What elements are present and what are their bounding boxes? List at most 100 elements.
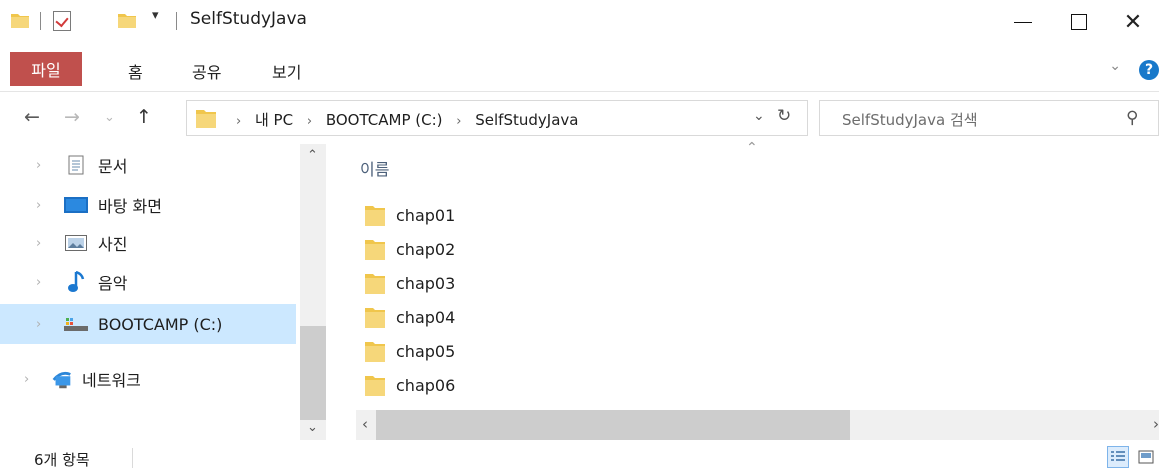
- file-name: chap03: [396, 273, 456, 293]
- folder-icon: [365, 342, 385, 362]
- address-dropdown-icon[interactable]: ⌄: [753, 108, 765, 124]
- scroll-right-icon[interactable]: ›: [1153, 415, 1159, 433]
- file-name: chap04: [396, 307, 456, 327]
- expand-icon[interactable]: ›: [36, 275, 41, 290]
- list-item[interactable]: chap03: [364, 268, 864, 298]
- recent-locations-button[interactable]: ⌄: [104, 110, 115, 125]
- scrollbar-thumb[interactable]: [300, 326, 326, 420]
- window-title: SelfStudyJava: [190, 9, 307, 29]
- close-icon: ✕: [1123, 9, 1143, 35]
- address-bar[interactable]: › 내 PC › BOOTCAMP (C:) › SelfStudyJava ⌄…: [186, 100, 808, 136]
- sidebar-item-label: 바탕 화면: [98, 197, 162, 216]
- music-icon: [64, 271, 88, 293]
- breadcrumb-separator[interactable]: ›: [456, 114, 461, 129]
- documents-icon: [64, 154, 88, 176]
- list-item[interactable]: chap02: [364, 234, 864, 264]
- sidebar-item-label: BOOTCAMP (C:): [98, 314, 223, 334]
- folder-icon: [365, 240, 385, 260]
- scrollbar-thumb[interactable]: [376, 410, 850, 440]
- file-list: ⌃ 이름 chap01 chap02 chap03 chap04 chap05 chap0…: [330, 140, 1159, 410]
- folder-icon: [196, 110, 216, 128]
- column-header-name[interactable]: 이름: [360, 156, 389, 180]
- breadcrumb-this-pc[interactable]: 내 PC: [255, 111, 293, 129]
- sort-ascending-icon: ⌃: [746, 140, 758, 156]
- folder-icon: [365, 308, 385, 328]
- file-name: chap05: [396, 341, 456, 361]
- navigation-pane: › 문서 › 바탕 화면 › 사진 › 음악 › BOOTCAMP (C:) ›: [0, 144, 330, 440]
- breadcrumb: › 내 PC › BOOTCAMP (C:) › SelfStudyJava: [227, 109, 578, 130]
- maximize-icon: [1071, 14, 1087, 30]
- drive-icon: [64, 313, 88, 335]
- network-icon: [50, 368, 74, 390]
- search-box[interactable]: SelfStudyJava 검색 ⚲: [819, 100, 1159, 136]
- navigation-scrollbar[interactable]: ⌃ ⌄: [300, 144, 326, 440]
- expand-icon[interactable]: ›: [36, 236, 41, 251]
- tab-file[interactable]: 파일: [10, 52, 82, 86]
- expand-icon[interactable]: ›: [24, 372, 29, 387]
- toolbar-separator: [40, 12, 41, 30]
- sidebar-item-pictures[interactable]: › 사진: [0, 225, 296, 261]
- desktop-icon: [64, 194, 88, 216]
- sidebar-item-documents[interactable]: › 문서: [0, 147, 296, 183]
- list-item[interactable]: chap01: [364, 200, 864, 230]
- maximize-button[interactable]: [1051, 0, 1107, 44]
- sidebar-item-label: 사진: [98, 235, 128, 254]
- breadcrumb-separator: ›: [236, 114, 242, 129]
- expand-ribbon-icon[interactable]: ⌄: [1109, 58, 1121, 74]
- sidebar-item-network[interactable]: › 네트워크: [0, 361, 296, 397]
- navigation-bar: ← → ⌄ ↑ › 내 PC › BOOTCAMP (C:) › SelfStu…: [0, 92, 1159, 144]
- folder-icon: [365, 376, 385, 396]
- scroll-down-icon[interactable]: ⌄: [307, 420, 318, 435]
- up-button[interactable]: ↑: [136, 106, 152, 128]
- folder-icon: [365, 206, 385, 226]
- back-button[interactable]: ←: [24, 106, 40, 128]
- horizontal-scrollbar[interactable]: ‹ ›: [356, 410, 1159, 440]
- scroll-left-icon[interactable]: ‹: [362, 415, 368, 433]
- minimize-button[interactable]: [995, 0, 1051, 44]
- status-separator: [132, 448, 133, 468]
- details-view-icon: [1111, 451, 1125, 461]
- sidebar-item-label: 문서: [98, 157, 128, 176]
- details-view-button[interactable]: [1107, 446, 1129, 468]
- expand-icon[interactable]: ›: [36, 158, 41, 173]
- properties-icon[interactable]: [53, 11, 71, 31]
- large-icons-view-icon: [1138, 450, 1154, 464]
- title-bar: ▾ SelfStudyJava ✕: [0, 0, 1159, 44]
- breadcrumb-separator[interactable]: ›: [307, 114, 312, 129]
- breadcrumb-selfstudyjava[interactable]: SelfStudyJava: [475, 111, 578, 129]
- list-item[interactable]: chap04: [364, 302, 864, 332]
- file-name: chap02: [396, 239, 456, 259]
- item-count: 6개 항목: [34, 451, 90, 469]
- tab-home[interactable]: 홈: [128, 59, 143, 83]
- refresh-icon[interactable]: ↻: [777, 106, 791, 126]
- expand-icon[interactable]: ›: [36, 317, 41, 332]
- expand-icon[interactable]: ›: [36, 198, 41, 213]
- sidebar-item-desktop[interactable]: › 바탕 화면: [0, 187, 296, 223]
- minimize-icon: [1014, 21, 1032, 23]
- sidebar-item-label: 네트워크: [82, 371, 141, 390]
- new-folder-icon[interactable]: [117, 11, 137, 29]
- tab-share[interactable]: 공유: [192, 59, 221, 83]
- list-item[interactable]: chap06: [364, 370, 864, 400]
- help-icon[interactable]: ?: [1139, 60, 1159, 80]
- large-icons-view-button[interactable]: [1135, 446, 1157, 468]
- pictures-icon: [64, 232, 88, 254]
- scroll-up-icon[interactable]: ⌃: [307, 148, 318, 163]
- folder-icon: [11, 14, 29, 28]
- file-name: chap06: [396, 375, 456, 395]
- folder-icon: [365, 274, 385, 294]
- search-icon: ⚲: [1125, 108, 1138, 128]
- sidebar-item-bootcamp[interactable]: › BOOTCAMP (C:): [0, 304, 296, 344]
- ribbon: 파일 홈 공유 보기 ⌄ ?: [0, 44, 1159, 92]
- search-input[interactable]: SelfStudyJava 검색: [842, 109, 978, 130]
- sidebar-item-music[interactable]: › 음악: [0, 264, 296, 300]
- tab-view[interactable]: 보기: [272, 59, 301, 83]
- list-item[interactable]: chap05: [364, 336, 864, 366]
- status-bar: 6개 항목: [0, 440, 1159, 473]
- sidebar-item-label: 음악: [98, 274, 128, 293]
- breadcrumb-bootcamp[interactable]: BOOTCAMP (C:): [326, 111, 443, 129]
- close-button[interactable]: ✕: [1105, 0, 1159, 44]
- toolbar-separator: [176, 12, 177, 30]
- forward-button[interactable]: →: [64, 106, 80, 128]
- quick-access-dropdown[interactable]: ▾: [152, 8, 159, 23]
